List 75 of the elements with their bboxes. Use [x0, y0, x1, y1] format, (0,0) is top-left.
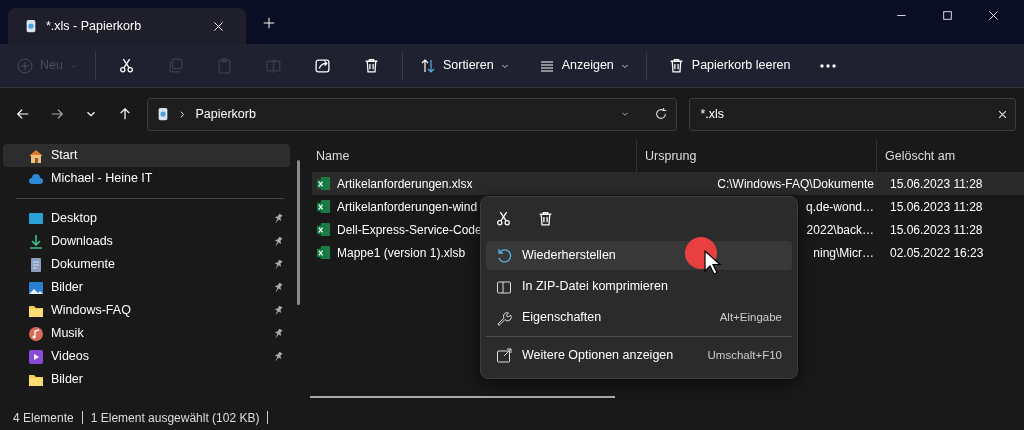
spreadsheet-file-icon [316, 176, 331, 191]
monitor-icon [28, 210, 44, 227]
shortcut-text: Alt+Eingabe [719, 309, 782, 325]
document-icon [28, 256, 44, 273]
search-input[interactable]: *.xls [698, 103, 998, 125]
picture-icon [28, 279, 44, 296]
menu-item[interactable]: Wiederherstellen [486, 241, 792, 270]
file-name[interactable]: Artikelanforderungen.xlsx [337, 174, 473, 193]
file-name[interactable]: Mappe1 (version 1).xlsb [337, 243, 466, 262]
sidebar-item[interactable]: Downloads [3, 230, 290, 253]
menu-label: In ZIP-Datei komprimieren [522, 278, 668, 296]
file-name[interactable]: Artikelanforderungen-wind [337, 197, 478, 216]
deleted-date: 02.05.2022 16:23 [890, 244, 984, 262]
arrow-up-icon [117, 107, 132, 121]
plus-circle-icon [17, 57, 33, 74]
more-icon[interactable] [820, 63, 837, 68]
selection-info: 1 Element ausgewählt (102 KB) [90, 409, 260, 427]
chevron-right-icon [178, 109, 188, 119]
origin-path: C:\Windows-FAQ\Dokumente [717, 175, 874, 193]
sort-button[interactable]: Sortieren [410, 48, 518, 83]
search-field[interactable]: *.xls [689, 97, 1016, 131]
menu-label: Wiederherstellen [522, 247, 616, 265]
scrollbar[interactable] [297, 160, 300, 305]
clear-icon[interactable] [998, 109, 1007, 119]
origin-path: q.de-wond… [805, 198, 874, 216]
undo-arrow-icon [496, 247, 512, 264]
origin-path: 2022\back… [806, 221, 874, 239]
house-icon [28, 147, 44, 164]
shortcut-text: Umschalt+F10 [707, 347, 782, 363]
menu-item[interactable]: In ZIP-Datei komprimieren [486, 272, 792, 301]
sidebar-item[interactable]: Michael - Heine IT [3, 167, 290, 190]
deleted-date: 15.06.2023 11:28 [890, 221, 983, 239]
sort-arrows-icon [419, 57, 436, 74]
deleted-date: 15.06.2023 11:28 [890, 198, 983, 216]
sidebar-item[interactable]: Desktop [3, 207, 290, 230]
open-external-icon [496, 347, 512, 364]
sidebar-item[interactable]: Start [3, 144, 290, 167]
menu-label: Weitere Optionen anzeigen [522, 347, 674, 365]
refresh-icon[interactable] [654, 107, 669, 121]
origin-path: ning\Micr… [813, 244, 874, 262]
menu-item[interactable]: Eigenschaften Alt+Eingabe [486, 303, 792, 332]
sidebar-item[interactable]: Dokumente [3, 253, 290, 276]
close-icon [987, 9, 999, 21]
address-path[interactable]: Papierkorb [195, 104, 256, 124]
arrow-left-icon [15, 107, 30, 121]
sidebar-item[interactable]: Musik [3, 322, 290, 345]
maximize-icon [941, 9, 953, 21]
address-bar[interactable]: Papierkorb [147, 97, 678, 131]
sidebar-item[interactable]: Bilder [3, 276, 290, 299]
wrench-icon [496, 309, 512, 326]
spreadsheet-file-icon [316, 222, 331, 237]
window-tab[interactable]: *.xls - Papierkorb [8, 8, 246, 44]
view-button[interactable]: Anzeigen [529, 48, 638, 83]
menu-label: Eigenschaften [522, 309, 602, 327]
recycle-bin-icon [24, 19, 38, 33]
arrow-right-icon [49, 107, 64, 121]
download-arrow-icon [28, 233, 44, 250]
sidebar-item[interactable]: Bilder [3, 368, 290, 391]
video-icon [28, 348, 44, 365]
sidebar-item[interactable]: Videos [3, 345, 290, 368]
empty-recycle-bin-button[interactable]: Papierkorb leeren [658, 48, 800, 83]
tab-title: *.xls - Papierkorb [46, 17, 142, 35]
item-count: 4 Elemente [13, 409, 74, 427]
deleted-date: 15.06.2023 11:28 [890, 175, 983, 193]
spreadsheet-file-icon [316, 245, 331, 260]
scissors-icon [494, 209, 512, 227]
plus-icon [263, 17, 275, 29]
horizontal-scrollbar[interactable] [310, 396, 615, 398]
sidebar-item[interactable]: Windows-FAQ [3, 299, 290, 322]
menu-item[interactable]: Weitere Optionen anzeigen Umschalt+F10 [486, 341, 792, 370]
column-header[interactable]: Name [308, 140, 636, 172]
file-name[interactable]: Dell-Express-Service-Code [337, 220, 482, 239]
music-note-icon [28, 325, 44, 342]
spreadsheet-file-icon [316, 199, 331, 214]
close-icon [212, 20, 224, 32]
